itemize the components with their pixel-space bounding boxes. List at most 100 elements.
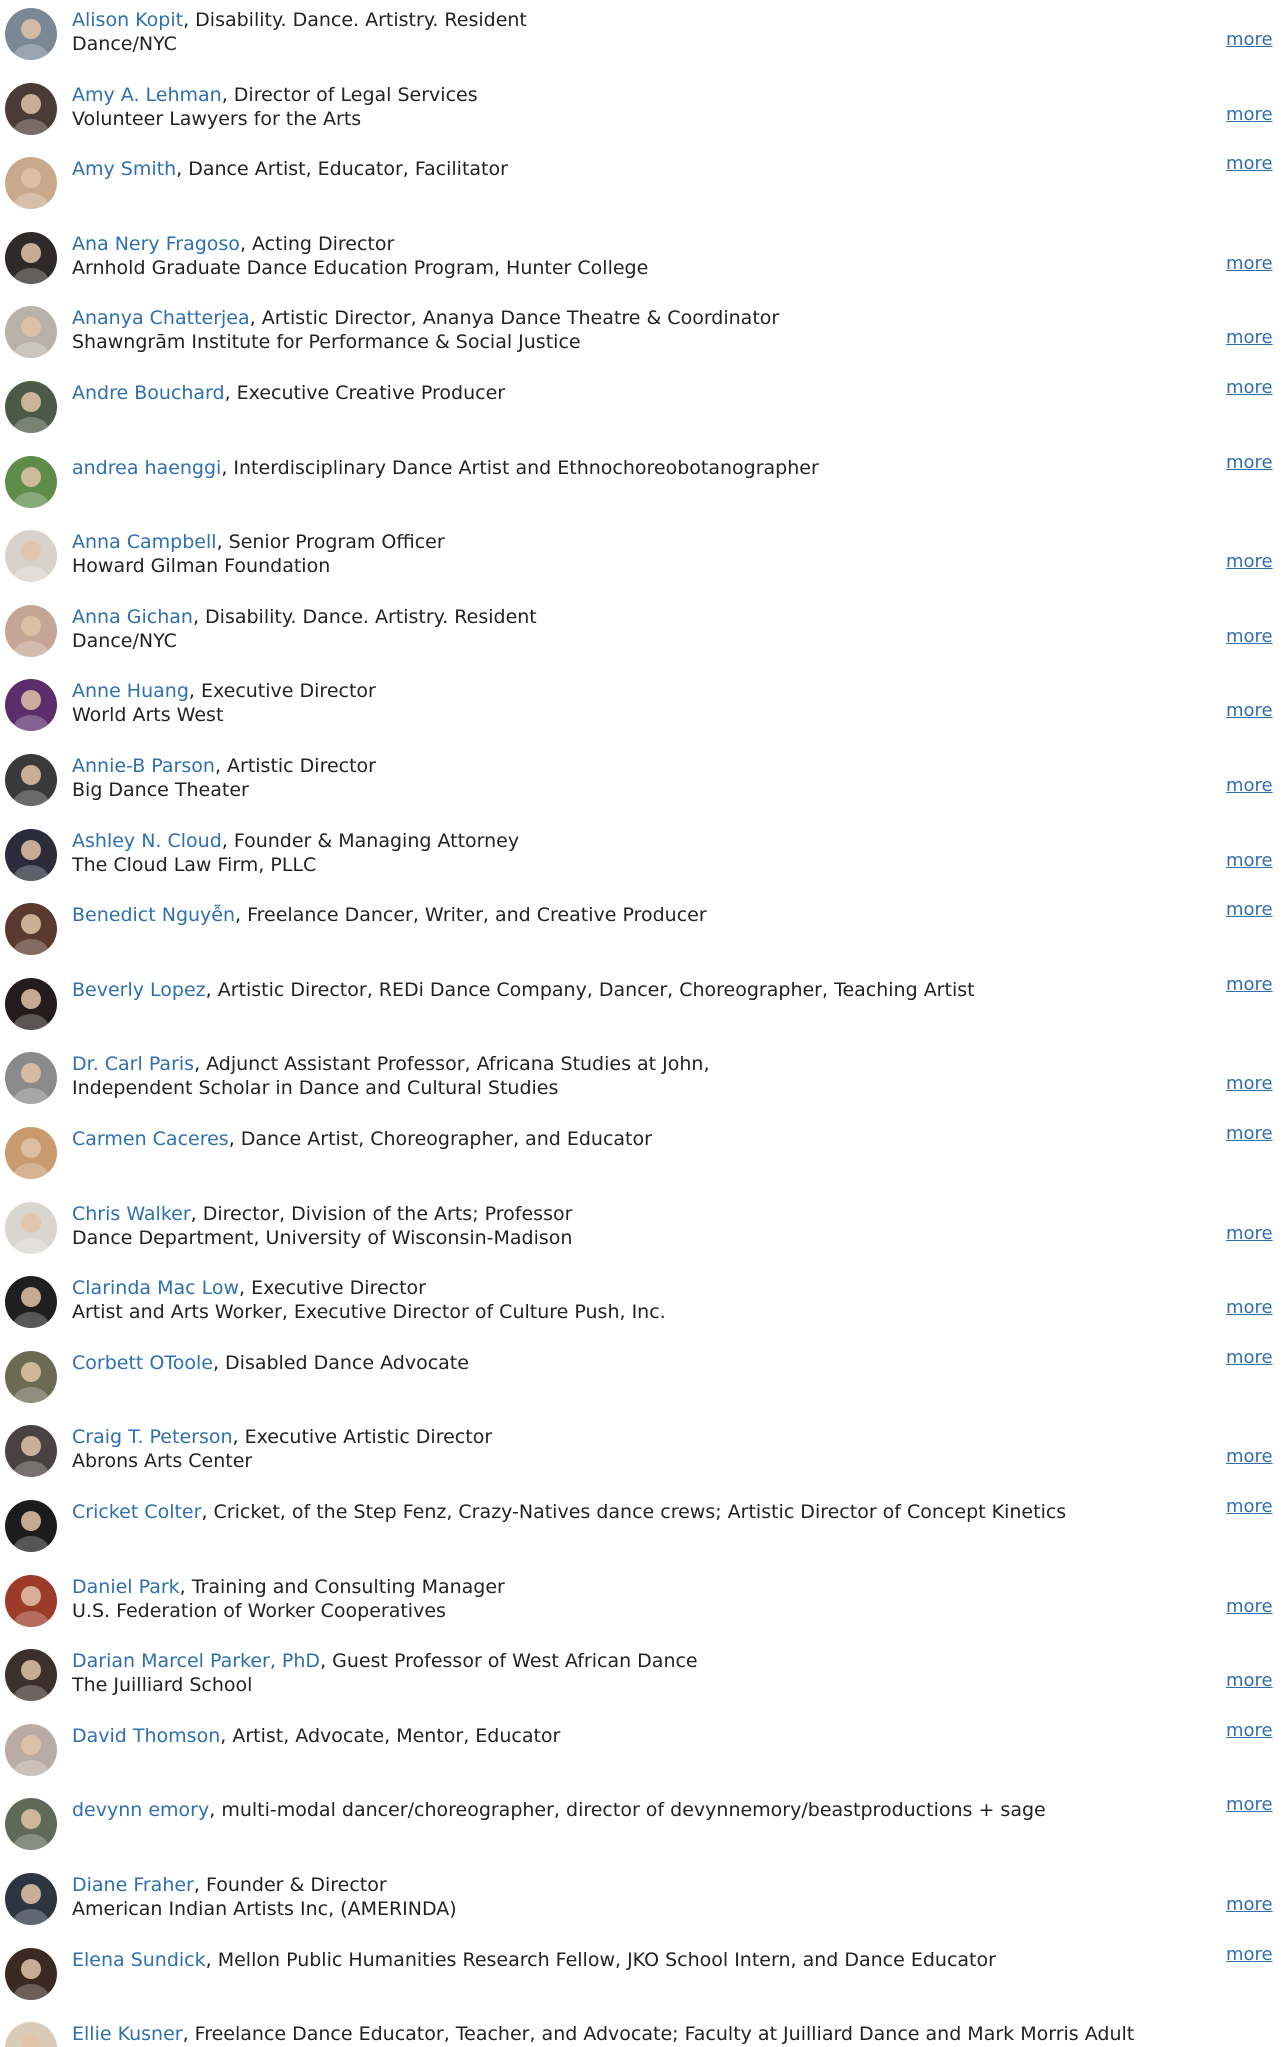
person-headline: Amy A. Lehman, Director of Legal Service… [72,83,1192,107]
person-title: , Dance Artist, Choreographer, and Educa… [228,1128,652,1150]
more-link[interactable]: more [1226,104,1273,125]
more-link[interactable]: more [1226,776,1273,796]
avatar [5,1500,57,1552]
more-link[interactable]: more [1226,1720,1273,1741]
person-details: Carmen Caceres, Dance Artist, Choreograp… [72,1127,1192,1151]
person-name-link[interactable]: Annie-B Parson [72,755,215,777]
person-headline: Ananya Chatterjea, Artistic Director, An… [72,306,1192,330]
person-name-link[interactable]: devynn emory [72,1799,209,1821]
person-details: Ananya Chatterjea, Artistic Director, An… [72,306,1192,354]
more-link[interactable]: more [1226,1795,1273,1815]
more-link[interactable]: more [1226,626,1273,647]
person-headline: Anne Huang, Executive Director [72,679,1192,703]
person-organization: Arnhold Graduate Dance Education Program… [72,256,649,279]
person-title: , Disability. Dance. Artistry. Resident [192,605,537,628]
person-headline: Cricket Colter, Cricket, of the Step Fen… [72,1500,1192,1524]
more-link[interactable]: more [1226,1347,1273,1368]
person-organization: U.S. Federation of Worker Cooperatives [72,1599,446,1622]
more-link[interactable]: more [1226,1124,1273,1144]
more-link[interactable]: more [1226,328,1273,348]
person-organization: Dance Department, University of Wisconsi… [72,1226,573,1249]
person-title: , Acting Director [239,232,395,255]
more-link[interactable]: more [1226,900,1273,920]
avatar [5,455,57,508]
person-name-link[interactable]: Amy Smith [72,158,176,180]
more-link[interactable]: more [1226,253,1273,274]
more-link[interactable]: more [1226,1447,1273,1467]
more-link[interactable]: more [1226,1671,1273,1691]
person-organization: Shawngrām Institute for Performance & So… [72,331,581,354]
person-organization: Big Dance Theater [72,779,249,801]
more-link[interactable]: more [1226,1596,1273,1617]
more-link[interactable]: more [1226,154,1273,174]
person-name-link[interactable]: Daniel Park [72,1576,180,1598]
person-name-link[interactable]: Clarinda Mac Low [72,1277,239,1299]
more-link[interactable]: more [1226,552,1273,572]
person-title: , Director, Division of the Arts; Profes… [190,1202,573,1225]
list-item: Darian Marcel Parker, PhD, Guest Profess… [0,1649,1287,1723]
more-link[interactable]: more [1226,1074,1273,1094]
more-link[interactable]: more [1226,452,1273,473]
more-link[interactable]: more [1226,701,1273,721]
person-name-link[interactable]: Darian Marcel Parker, PhD [72,1650,320,1672]
person-details: Diane Fraher, Founder & Director American… [72,1873,1192,1921]
person-name-link[interactable]: Carmen Caceres [72,1128,229,1150]
list-item: Anna Gichan, Disability. Dance. Artistry… [0,604,1287,679]
person-name-link[interactable]: Ananya Chatterjea [72,307,250,329]
avatar [5,679,57,732]
person-name-link[interactable]: Alison Kopit [72,9,183,31]
person-title: , Executive Artistic Director [232,1426,493,1449]
avatar [5,1276,57,1329]
person-name-link[interactable]: Corbett OToole [72,1352,213,1374]
person-details: Amy Smith, Dance Artist, Educator, Facil… [72,157,1192,181]
person-name-link[interactable]: Chris Walker [72,1203,191,1225]
more-link[interactable]: more [1226,1298,1273,1318]
person-title: , Executive Creative Producer [224,382,506,404]
list-item: David Thomson, Artist, Advocate, Mentor,… [0,1720,1287,1798]
avatar [5,2022,57,2047]
list-item: Cricket Colter, Cricket, of the Step Fen… [0,1497,1287,1574]
person-name-link[interactable]: Dr. Carl Paris [72,1053,194,1075]
list-item: Anna Campbell, Senior Program Officer How… [0,530,1287,604]
person-name-link[interactable]: Anna Campbell [72,531,217,553]
person-title: , Senior Program Officer [216,531,445,554]
more-link[interactable]: more [1226,974,1273,995]
person-name-link[interactable]: Anne Huang [72,680,189,702]
person-details: Anne Huang, Executive Director World Arts… [72,679,1192,727]
more-link[interactable]: more [1226,1895,1273,1915]
more-link[interactable]: more [1226,378,1273,398]
person-organization: Volunteer Lawyers for the Arts [72,107,362,130]
person-headline: Ashley N. Cloud, Founder & Managing Atto… [72,829,1192,853]
list-item: Annie-B Parson, Artistic Director Big Dan… [0,754,1287,828]
avatar [5,306,57,359]
person-title: , Adjunct Assistant Professor, Africana … [194,1053,710,1076]
list-item: Dr. Carl Paris, Adjunct Assistant Profes… [0,1052,1287,1126]
person-name-link[interactable]: David Thomson [72,1725,220,1747]
list-item: andrea haenggi, Interdisciplinary Dance … [0,452,1287,530]
person-details: Craig T. Peterson, Executive Artistic Di… [72,1425,1192,1473]
more-link[interactable]: more [1226,1223,1273,1244]
person-organization: Artist and Arts Worker, Executive Direct… [72,1301,666,1324]
person-name-link[interactable]: Diane Fraher [72,1874,194,1896]
person-name-link[interactable]: Ashley N. Cloud [72,830,222,852]
person-name-link[interactable]: Andre Bouchard [72,382,225,404]
person-name-link[interactable]: andrea haenggi [72,457,221,479]
more-link[interactable]: more [1226,850,1273,871]
person-name-link[interactable]: Beverly Lopez [72,979,206,1001]
person-headline: Daniel Park, Training and Consulting Man… [72,1575,1192,1599]
person-name-link[interactable]: Ellie Kusner [72,2023,183,2045]
person-name-link[interactable]: Benedict Nguyễn [72,904,235,926]
person-title: , Freelance Dance Educator, Teacher, and… [182,2023,1135,2046]
person-details: Beverly Lopez, Artistic Director, REDi D… [72,978,1192,1002]
person-headline: Chris Walker, Director, Division of the … [72,1202,1192,1226]
person-name-link[interactable]: Elena Sundick [72,1949,206,1971]
more-link[interactable]: more [1226,1944,1273,1965]
person-name-link[interactable]: Ana Nery Fragoso [72,233,240,255]
person-name-link[interactable]: Anna Gichan [72,606,193,628]
person-name-link[interactable]: Craig T. Peterson [72,1426,233,1448]
person-name-link[interactable]: Cricket Colter [72,1501,201,1523]
more-link[interactable]: more [1226,1497,1273,1517]
person-headline: Anna Campbell, Senior Program Officer [72,530,1192,554]
more-link[interactable]: more [1226,30,1273,50]
person-name-link[interactable]: Amy A. Lehman [72,84,222,106]
